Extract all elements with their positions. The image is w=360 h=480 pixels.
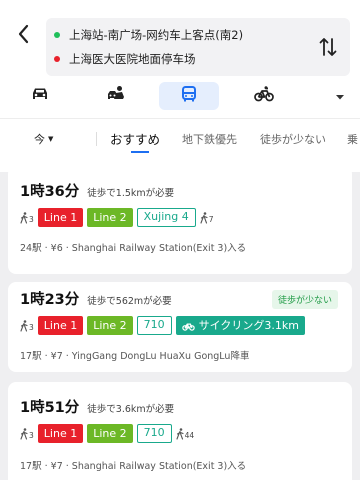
- tab-more-filters[interactable]: 乗: [347, 131, 358, 147]
- route-summary: 1時51分 徒歩で3.6kmが必要: [20, 396, 174, 417]
- back-arrow-icon[interactable]: [14, 22, 34, 46]
- line-badge: Line 2: [87, 424, 133, 443]
- active-tab-underline: [131, 151, 149, 153]
- chevron-down-icon: [334, 87, 346, 106]
- bus-icon: [180, 85, 198, 107]
- bus-badge: 710: [136, 316, 172, 335]
- walking-icon: [20, 319, 28, 332]
- filter-tabs: 今 ▼ おすすめ 地下鉄優先 徒歩が少ない 乗: [0, 122, 360, 156]
- walk-distance: 徒歩で1.5kmが必要: [87, 188, 175, 199]
- transport-mode-tabs: [0, 82, 360, 112]
- swap-direction-icon[interactable]: [318, 36, 338, 58]
- cycling-badge: サイクリング3.1km: [175, 316, 305, 335]
- route-segments: 3 Line 1 Line 2 710 44: [20, 424, 198, 443]
- tab-bike[interactable]: [246, 82, 282, 110]
- walk-segment: 3: [20, 211, 34, 224]
- tab-recommended[interactable]: おすすめ: [110, 129, 160, 148]
- time-dropdown[interactable]: 今 ▼: [34, 131, 53, 147]
- tab-subway-first[interactable]: 地下鉄優先: [182, 131, 237, 147]
- tab-more[interactable]: [328, 82, 352, 110]
- walk-minutes: 3: [29, 214, 34, 224]
- route-duration: 1時51分: [20, 400, 80, 416]
- walk-segment: 3: [20, 319, 34, 332]
- origin-text: 上海站-南广场-网约车上客点(南2): [69, 28, 244, 42]
- car-icon: [30, 86, 50, 106]
- walking-icon: [176, 427, 184, 440]
- line-badge: Line 2: [87, 316, 133, 335]
- destination-dot-icon: [54, 56, 60, 62]
- taxi-icon: [106, 85, 126, 107]
- destination-text: 上海医大医院地面停车场: [69, 52, 196, 66]
- status-badge: 徒歩が少ない: [272, 290, 339, 309]
- line-badge: Line 1: [37, 424, 84, 443]
- divider: [0, 118, 360, 119]
- walk-minutes: 7: [208, 214, 214, 224]
- route-card[interactable]: 1時23分 徒歩で562mが必要 徒歩が少ない 3 Line 1 Line 2 …: [8, 282, 352, 372]
- walk-segment: 44: [176, 427, 195, 440]
- caret-down-icon: ▼: [48, 135, 54, 143]
- bike-icon: [254, 86, 274, 106]
- route-segments: 3 Line 1 Line 2 Xujing 4 7: [20, 208, 217, 227]
- walk-minutes: 44: [184, 430, 195, 440]
- route-card[interactable]: 1時36分 徒歩で1.5kmが必要 3 Line 1 Line 2 Xujing…: [8, 166, 352, 274]
- route-info: 24駅 · ¥6 · Shanghai Railway Station(Exit…: [20, 243, 247, 254]
- route-summary: 1時23分 徒歩で562mが必要: [20, 288, 172, 309]
- tab-less-walking[interactable]: 徒歩が少ない: [260, 131, 326, 147]
- route-segments: 3 Line 1 Line 2 710 サイクリング3.1km: [20, 316, 309, 335]
- walk-distance: 徒歩で562mが必要: [87, 296, 172, 307]
- walk-segment: 7: [200, 211, 214, 224]
- origin-dot-icon: [54, 32, 60, 38]
- bike-icon: [181, 323, 195, 331]
- cycling-distance: サイクリング3.1km: [198, 319, 299, 332]
- line-badge: Line 1: [37, 316, 84, 335]
- route-duration: 1時36分: [20, 184, 80, 200]
- route-summary: 1時36分 徒歩で1.5kmが必要: [20, 180, 174, 201]
- tab-transit[interactable]: [159, 82, 219, 110]
- divider: [96, 132, 97, 146]
- bus-badge: 710: [136, 424, 172, 443]
- destination-field[interactable]: 上海医大医院地面停车场: [54, 51, 196, 67]
- time-label: 今: [34, 133, 45, 146]
- route-info: 17駅 · ¥7 · Shanghai Railway Station(Exit…: [20, 461, 247, 472]
- route-card[interactable]: 1時51分 徒歩で3.6kmが必要 3 Line 1 Line 2 710 44…: [8, 382, 352, 480]
- bus-badge: Xujing 4: [136, 208, 196, 227]
- origin-field[interactable]: 上海站-南广场-网约车上客点(南2): [54, 27, 243, 43]
- walking-icon: [20, 427, 28, 440]
- line-badge: Line 2: [87, 208, 133, 227]
- route-header: 上海站-南广场-网约车上客点(南2) 上海医大医院地面停车场 今 ▼ おすすめ …: [0, 0, 360, 172]
- tab-car[interactable]: [22, 82, 58, 110]
- walk-segment: 3: [20, 427, 34, 440]
- tab-taxi[interactable]: [98, 82, 134, 110]
- walk-minutes: 3: [29, 430, 34, 440]
- walk-distance: 徒歩で3.6kmが必要: [87, 404, 175, 415]
- route-input-box: 上海站-南广场-网约车上客点(南2) 上海医大医院地面停车场: [46, 18, 350, 76]
- walking-icon: [200, 211, 208, 224]
- walking-icon: [20, 211, 28, 224]
- walk-minutes: 3: [29, 322, 34, 332]
- route-duration: 1時23分: [20, 292, 80, 308]
- line-badge: Line 1: [37, 208, 84, 227]
- route-info: 17駅 · ¥7 · YingGang DongLu HuaXu GongLu降…: [20, 351, 250, 362]
